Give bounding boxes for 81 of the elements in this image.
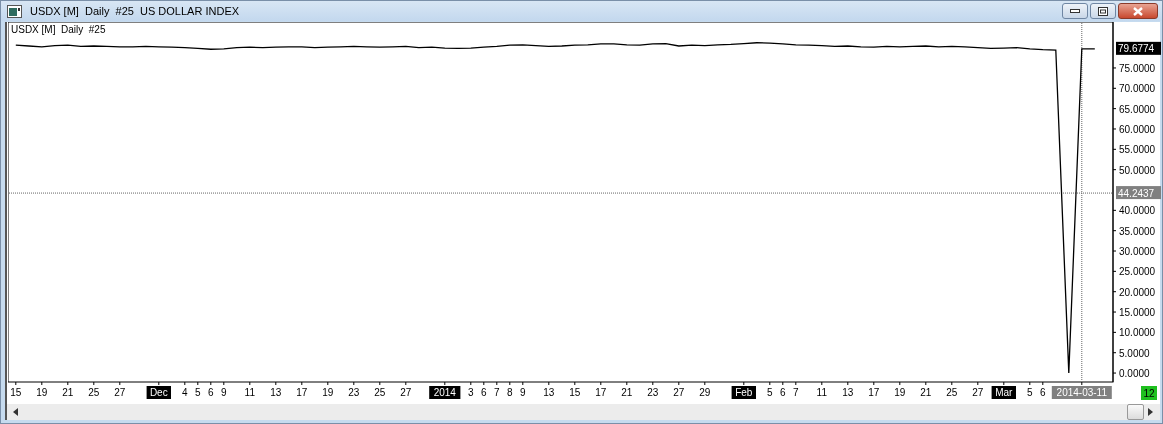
window-title: USDX [M] Daily #25 US DOLLAR INDEX xyxy=(30,5,240,17)
x-tick-label: 5 xyxy=(767,387,773,398)
x-tick-label: 13 xyxy=(270,387,282,398)
y-tick-label: 60.0000 xyxy=(1119,124,1156,135)
x-tick-label: 15 xyxy=(569,387,581,398)
x-tick-label: Mar xyxy=(995,387,1014,398)
y-tick-label: 5.0000 xyxy=(1119,347,1150,359)
maximize-icon xyxy=(1098,6,1108,16)
x-tick-label: 15 xyxy=(10,387,22,398)
x-tick-label: 19 xyxy=(36,387,48,398)
scroll-right-icon[interactable] xyxy=(1148,408,1154,416)
x-tick-label: 9 xyxy=(221,387,227,398)
y-tick-label: 50.0000 xyxy=(1119,164,1156,176)
x-tick-label: 27 xyxy=(400,387,412,398)
x-tick-label: 9 xyxy=(520,387,526,398)
y-tick-label: 0.0000 xyxy=(1119,368,1150,380)
y-tick-label: 70.0000 xyxy=(1119,83,1156,95)
y-tick-label: 20.0000 xyxy=(1119,286,1156,298)
minimize-icon xyxy=(1070,9,1080,13)
x-tick-label: 25 xyxy=(374,387,386,398)
bar-count-badge: 12 xyxy=(1141,386,1157,400)
crosshair-price-badge: 44.2437 xyxy=(1116,186,1161,200)
minimize-button[interactable] xyxy=(1062,3,1088,19)
month-label: 2014 xyxy=(429,386,461,399)
y-tick-label: 35.0000 xyxy=(1119,225,1156,237)
y-tick-label: 10.0000 xyxy=(1119,327,1156,339)
x-tick-label: 2014 xyxy=(433,387,457,398)
x-tick-label: 13 xyxy=(543,387,555,398)
x-tick-label: 5 xyxy=(195,387,201,398)
x-tick-label: 17 xyxy=(595,387,607,398)
y-tick-label: 75.0000 xyxy=(1119,62,1156,74)
y-tick-label: 65.0000 xyxy=(1119,103,1156,115)
x-tick-label: 21 xyxy=(621,387,633,398)
x-tick-label: 11 xyxy=(244,387,255,398)
close-button[interactable] xyxy=(1118,3,1158,19)
y-tick-label: 15.0000 xyxy=(1119,307,1156,319)
x-tick-label: 19 xyxy=(322,387,334,398)
x-tick-label: 13 xyxy=(842,387,854,398)
x-tick-label: 19 xyxy=(894,387,906,398)
x-tick-label: 7 xyxy=(494,387,500,398)
x-tick-label: Feb xyxy=(735,387,753,398)
x-tick-label: 27 xyxy=(673,387,685,398)
x-tick-label: 6 xyxy=(481,387,487,398)
scroll-thumb[interactable] xyxy=(1127,404,1144,420)
x-tick-label: 27 xyxy=(114,387,126,398)
scroll-left-icon[interactable] xyxy=(13,408,19,416)
x-tick-label: 6 xyxy=(780,387,786,398)
x-tick-label: 25 xyxy=(88,387,100,398)
month-label: Dec xyxy=(146,386,171,399)
chart-icon xyxy=(7,4,22,18)
x-tick-label: 5 xyxy=(1027,387,1033,398)
x-tick-label: 8 xyxy=(507,387,513,398)
x-tick-label: 3 xyxy=(468,387,474,398)
maximize-button[interactable] xyxy=(1090,3,1116,19)
x-tick-label: 23 xyxy=(647,387,659,398)
last-price-badge: 79.6774 xyxy=(1116,41,1161,55)
crosshair-date-badge: 2014-03-11 xyxy=(1051,386,1112,399)
y-tick-label: 25.0000 xyxy=(1119,266,1156,278)
horizontal-scrollbar[interactable] xyxy=(7,404,1160,420)
month-label: Mar xyxy=(991,386,1016,399)
y-tick-label: 55.0000 xyxy=(1119,144,1156,156)
y-tick-label: 40.0000 xyxy=(1119,205,1156,217)
chart-legend: USDX [M] Daily #25 xyxy=(11,24,106,35)
x-tick-label: 23 xyxy=(348,387,360,398)
x-tick-label: 21 xyxy=(920,387,932,398)
x-tick-label: 11 xyxy=(816,387,827,398)
x-tick-label: 29 xyxy=(699,387,711,398)
x-tick-label: 6 xyxy=(1040,387,1046,398)
y-tick-label: 30.0000 xyxy=(1119,246,1156,257)
x-tick-label: 27 xyxy=(972,387,984,398)
x-tick-label: 4 xyxy=(182,387,188,398)
x-tick-label: 6 xyxy=(208,387,214,398)
x-tick-label: 17 xyxy=(868,387,880,398)
x-tick-label: 2014-03-11 xyxy=(1056,387,1108,398)
month-label: Feb xyxy=(731,386,756,399)
close-icon xyxy=(1132,6,1144,16)
x-tick-label: 25 xyxy=(946,387,958,398)
x-tick-label: 21 xyxy=(62,387,74,398)
x-tick-label: 17 xyxy=(296,387,308,398)
x-tick-label: 7 xyxy=(793,387,799,398)
ref-line-label: 44.2437 xyxy=(1118,187,1155,199)
